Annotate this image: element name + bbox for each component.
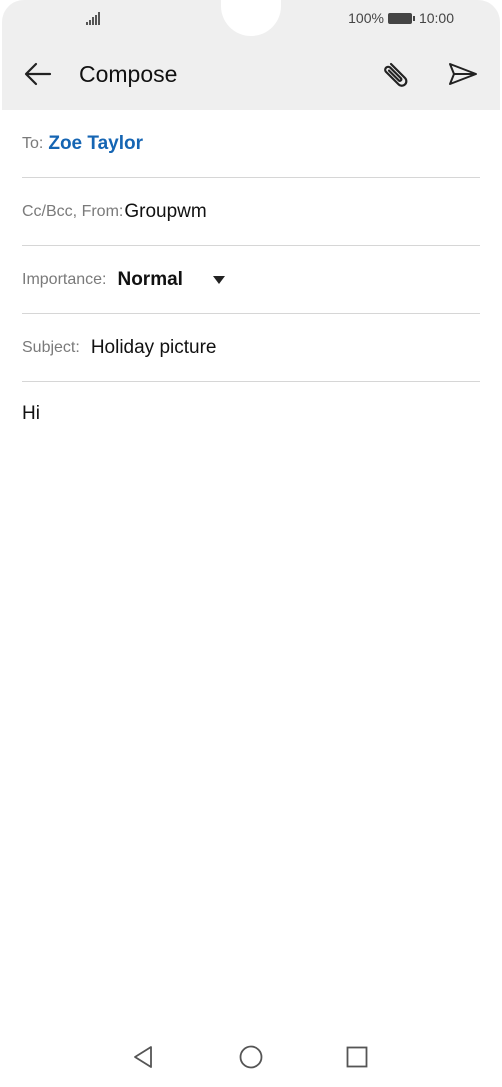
arrow-left-icon	[24, 62, 52, 86]
cc-bcc-from-row[interactable]: Cc/Bcc, From: Groupwm	[22, 178, 480, 246]
send-icon	[449, 63, 477, 85]
back-button[interactable]	[22, 58, 54, 90]
send-button[interactable]	[446, 58, 480, 90]
subject-input[interactable]: Holiday picture	[91, 337, 217, 359]
nav-home-button[interactable]	[238, 1044, 264, 1070]
to-recipient[interactable]: Zoe Taylor	[48, 133, 143, 155]
nav-back-button[interactable]	[131, 1044, 157, 1070]
navigation-bar	[0, 1030, 502, 1087]
from-account[interactable]: Groupwm	[124, 201, 206, 223]
circle-home-icon	[239, 1045, 263, 1069]
compose-form: To: Zoe Taylor Cc/Bcc, From: Groupwm Imp…	[22, 110, 480, 382]
importance-select[interactable]: Normal	[117, 269, 182, 291]
attach-button[interactable]	[380, 58, 412, 90]
battery-percent: 100%	[348, 10, 384, 26]
to-label: To:	[22, 134, 44, 152]
dropdown-arrow-icon[interactable]	[212, 275, 225, 284]
battery-icon	[387, 12, 415, 24]
message-body[interactable]: Hi	[22, 403, 40, 425]
clock: 10:00	[418, 10, 454, 26]
top-area: 100% 10:00 Compose	[0, 0, 502, 110]
cc-bcc-from-label: Cc/Bcc, From:	[22, 202, 124, 220]
importance-label: Importance:	[22, 270, 107, 288]
nav-recents-button[interactable]	[344, 1044, 370, 1070]
square-recents-icon	[346, 1046, 368, 1068]
signal-icon	[86, 12, 100, 25]
app-bar: Compose	[0, 44, 502, 106]
status-bar: 100% 10:00	[0, 0, 502, 38]
subject-row[interactable]: Subject: Holiday picture	[22, 314, 480, 382]
to-row[interactable]: To: Zoe Taylor	[22, 110, 480, 178]
status-right: 100% 10:00	[348, 10, 454, 26]
importance-row[interactable]: Importance: Normal	[22, 246, 480, 314]
paperclip-icon	[384, 62, 408, 87]
triangle-back-icon	[134, 1046, 152, 1068]
subject-label: Subject:	[22, 338, 80, 356]
page-title: Compose	[79, 61, 178, 87]
